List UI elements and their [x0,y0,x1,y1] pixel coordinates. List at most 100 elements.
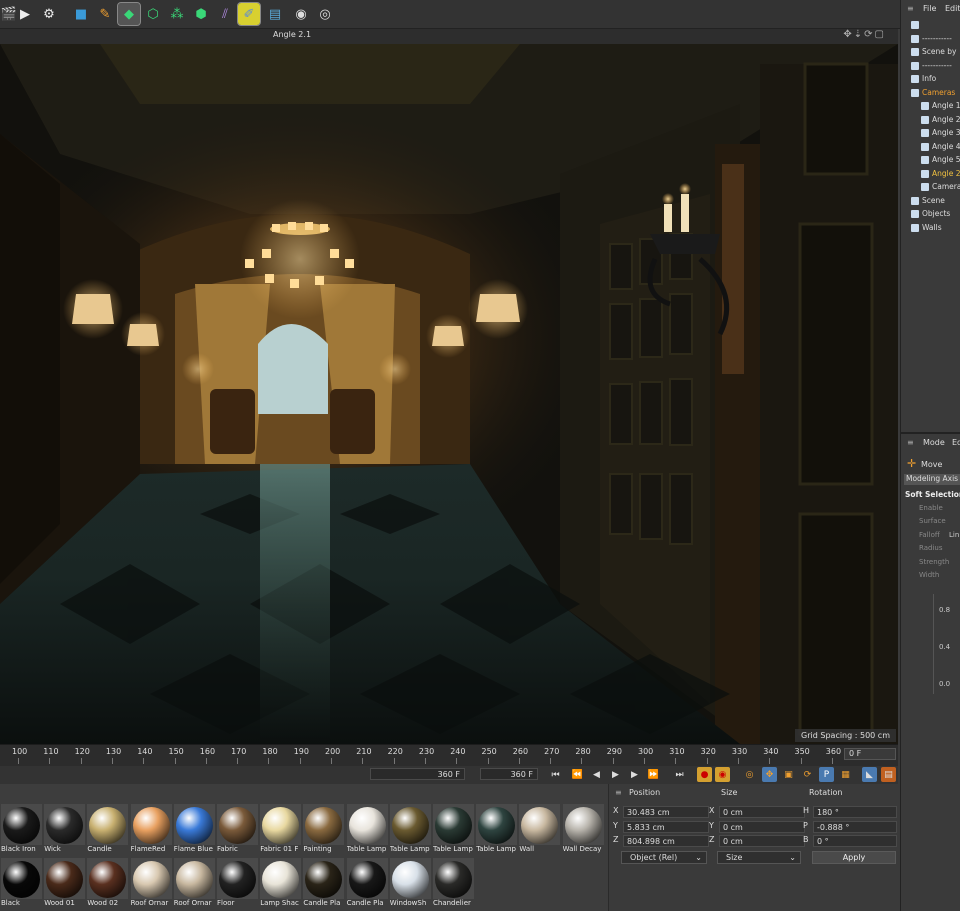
objmgr-menu-icon[interactable]: ≡ [907,4,914,13]
prev-frame-icon[interactable]: ◀ [589,767,604,782]
subdivision-icon[interactable]: ◆ [117,2,141,26]
object-tree-item[interactable]: Camera [901,180,960,193]
parameter-key-icon[interactable]: P [819,767,834,782]
size-field[interactable]: 0 cm [719,820,805,833]
position-key-icon[interactable]: ✥ [762,767,777,782]
attr-menu-icon[interactable]: ≡ [907,438,914,447]
light-icon[interactable]: ◎ [314,3,336,25]
viewport-nav-icons[interactable]: ✥⇣⟳▢ [843,29,886,40]
object-tree-item[interactable]: ----------- [901,59,960,72]
play-icon[interactable]: ▶ [608,767,623,782]
current-frame-field[interactable]: 0 F [844,748,896,760]
object-tree-item[interactable]: Angle 2 [901,113,960,126]
material-swatch[interactable]: Wick [44,804,86,856]
motion-record-icon[interactable]: ◣ [862,767,877,782]
object-tree-item[interactable]: Cameras [901,86,960,99]
floor-icon[interactable]: ▤ [264,3,286,25]
material-swatch[interactable]: Wall Decay [562,804,604,856]
object-tree-item[interactable]: ----------- [901,32,960,45]
scale-key-icon[interactable]: ▣ [781,767,796,782]
material-swatch[interactable]: Wood 01 [44,858,86,910]
material-swatch[interactable]: Black Iron [1,804,42,856]
material-swatch[interactable]: Roof Ornar [130,858,172,910]
object-tree-item[interactable]: Angle 3 [901,126,960,139]
menu-mode[interactable]: Mode [923,438,945,447]
material-swatch[interactable]: Flame Blue [173,804,215,856]
object-tree-item[interactable]: Scene by [901,45,960,58]
object-tree-item[interactable] [901,18,960,31]
prev-key-icon[interactable]: ⏪ [570,767,585,782]
keyframe-selection-icon[interactable]: ◎ [742,767,757,782]
pla-key-icon[interactable]: ▦ [838,767,853,782]
material-swatch[interactable]: WindowSh [389,858,431,910]
falloff-value[interactable]: Lin [949,531,959,539]
cloner-icon[interactable]: ⬢ [190,3,212,25]
viewport-camera-label[interactable]: Angle 2.1 [273,30,311,39]
material-swatch[interactable]: Fabric [217,804,258,856]
goto-start-icon[interactable]: ⏮ [548,767,563,782]
material-swatch[interactable]: Table Lamp [346,804,388,856]
menu-edit-attr[interactable]: Edi [952,438,960,447]
max-frame-field[interactable]: 360 F [480,768,538,780]
material-swatch[interactable]: Black [1,858,42,910]
cube-icon[interactable]: ■ [70,3,92,25]
deformer-icon[interactable]: ⫽ [214,3,236,25]
size-field[interactable]: 0 cm [719,835,805,847]
rotation-field[interactable]: 180 ° [813,806,897,818]
pen-icon[interactable]: ✎ [94,3,116,25]
render-icon[interactable]: ▶ [14,3,36,25]
material-swatch[interactable]: Table Lamp [476,804,518,856]
material-swatch[interactable]: Table Lamp [389,804,431,856]
position-field[interactable]: 30.483 cm [623,806,709,818]
material-swatch[interactable]: Floor [217,858,258,910]
coords-menu-icon[interactable]: ≡ [615,788,622,797]
material-swatch[interactable]: FlameRed [130,804,172,856]
rotation-key-icon[interactable]: ⟳ [800,767,815,782]
next-frame-icon[interactable]: ▶ [627,767,642,782]
tab-modeling-axis[interactable]: Modeling Axis [904,474,960,485]
position-field[interactable]: 5.833 cm [623,820,709,833]
material-swatch[interactable]: Table Lamp [433,804,474,856]
material-swatch[interactable]: Lamp Shac [260,858,302,910]
timeline-window-icon[interactable]: ▤ [881,767,896,782]
material-swatch[interactable]: Candle Pla [303,858,345,910]
array-icon[interactable]: ⬡ [142,3,164,25]
rotation-field[interactable]: 0 ° [813,835,897,847]
coordinate-mode-dropdown[interactable]: Object (Rel) ⌄ [621,851,707,864]
size-field[interactable]: 0 cm [719,806,805,818]
record-icon[interactable]: ● [697,767,712,782]
menu-file[interactable]: File [923,4,936,13]
material-swatch[interactable]: Chandelier [433,858,474,910]
material-swatch[interactable]: Candle [87,804,129,856]
autokey-icon[interactable]: ◉ [715,767,730,782]
object-tree-item[interactable]: Angle 4 [901,140,960,153]
sketch-icon[interactable]: ✐ [237,2,261,26]
rotation-axis-label: H [803,806,810,815]
material-swatch[interactable]: Wall [519,804,561,856]
object-tree-item[interactable]: Angle 1 [901,99,960,112]
mograph-icon[interactable]: ⁂ [166,3,188,25]
object-tree-item[interactable]: Objects [901,207,960,220]
rotation-field[interactable]: -0.888 ° [813,820,897,833]
camera-icon[interactable]: ◉ [290,3,312,25]
object-tree-item[interactable]: Scene [901,194,960,207]
timeline-ruler[interactable]: 0 F 100 110 120 130 140 150 160 170 180 190 200 210… [0,744,898,766]
next-key-icon[interactable]: ⏩ [646,767,661,782]
material-swatch[interactable]: Painting [303,804,345,856]
render-settings-icon[interactable]: ⚙ [38,3,60,25]
material-swatch[interactable]: Roof Ornar [173,858,215,910]
object-tree-item[interactable]: Angle 2 [901,167,960,180]
end-frame-field[interactable]: 360 F [370,768,465,780]
render-viewport[interactable]: Grid Spacing : 500 cm [0,44,898,744]
position-field[interactable]: 804.898 cm [623,835,709,847]
size-mode-dropdown[interactable]: Size ⌄ [717,851,801,864]
material-swatch[interactable]: Candle Pla [346,858,388,910]
object-tree-item[interactable]: Angle 5 [901,153,960,166]
object-tree-item[interactable]: Info [901,72,960,85]
goto-end-icon[interactable]: ⏭ [672,767,687,782]
apply-button[interactable]: Apply [812,851,896,864]
object-tree-item[interactable]: Walls [901,221,960,234]
material-swatch[interactable]: Wood 02 [87,858,129,910]
material-swatch[interactable]: Fabric 01 F [260,804,302,856]
menu-edit[interactable]: Edit [945,4,960,13]
